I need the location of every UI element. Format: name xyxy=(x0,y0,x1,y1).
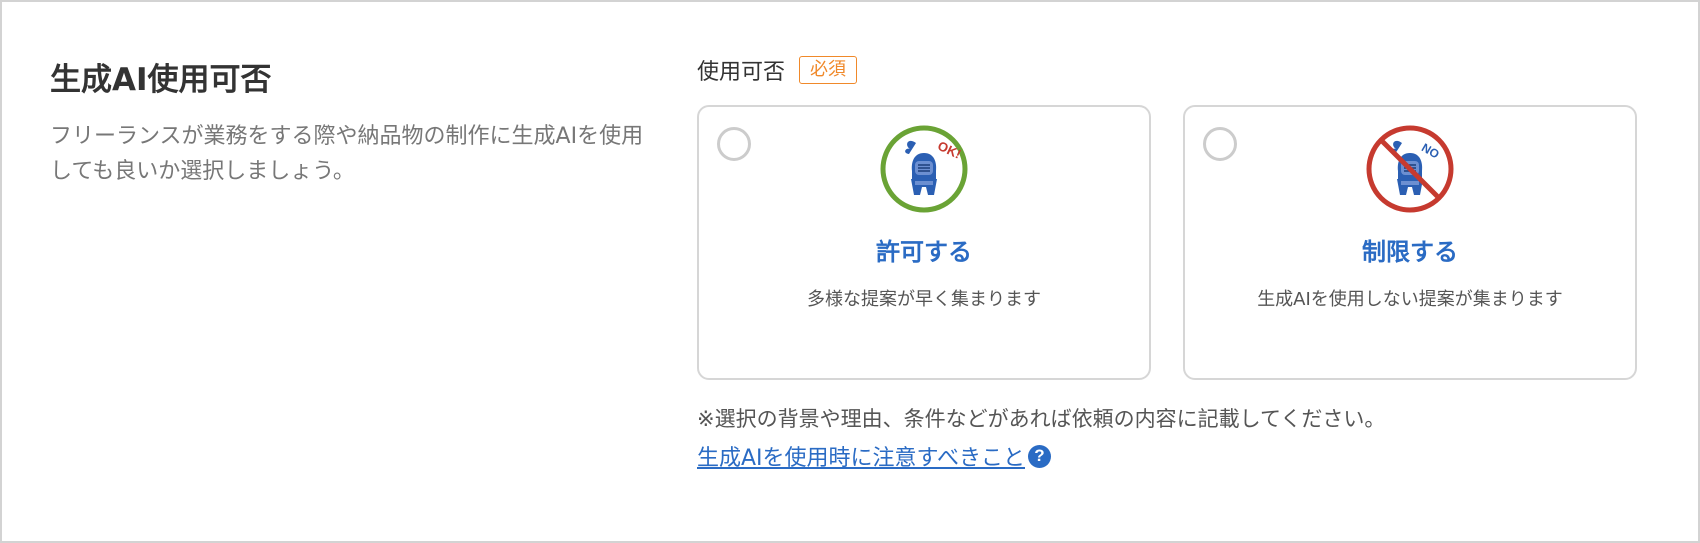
option-title-restrict: 制限する xyxy=(1362,238,1458,266)
ai-caution-link[interactable]: 生成AIを使用時に注意すべきこと xyxy=(697,440,1025,472)
option-title-allow: 許可する xyxy=(876,238,972,266)
section-description: フリーランスが業務をする際や納品物の制作に生成AIを使用しても良いか選択しましょ… xyxy=(50,124,644,184)
option-subtitle-restrict: 生成AIを使用しない提案が集まります xyxy=(1257,289,1563,310)
question-circle-icon[interactable]: ? xyxy=(1028,444,1051,468)
required-badge: 必須 xyxy=(799,56,858,84)
radio-button-restrict[interactable] xyxy=(1203,127,1237,161)
section-title: 生成AI使用可否 xyxy=(50,62,272,98)
option-subtitle-allow: 多様な提案が早く集まります xyxy=(807,289,1041,310)
option-card-restrict[interactable]: NO 制限する 生成AIを使用しない提案が集まります xyxy=(1183,105,1637,380)
help-link-row: 生成AIを使用時に注意すべきこと ? xyxy=(697,440,1051,472)
knight-ok-icon: OK! xyxy=(880,125,968,213)
selection-note: ※選択の背景や理由、条件などがあれば依頼の内容に記載してください。 xyxy=(697,407,1386,431)
ai-usage-section: 生成AI使用可否 フリーランスが業務をする際や納品物の制作に生成AIを使用しても… xyxy=(0,0,1700,543)
field-label-row: 使用可否 必須 xyxy=(697,54,858,86)
field-label: 使用可否 xyxy=(697,60,786,85)
knight-no-icon: NO xyxy=(1366,125,1454,213)
radio-button-allow[interactable] xyxy=(717,127,751,161)
option-card-allow[interactable]: OK! 許可する 多様な提案が早く集まります xyxy=(697,105,1151,380)
